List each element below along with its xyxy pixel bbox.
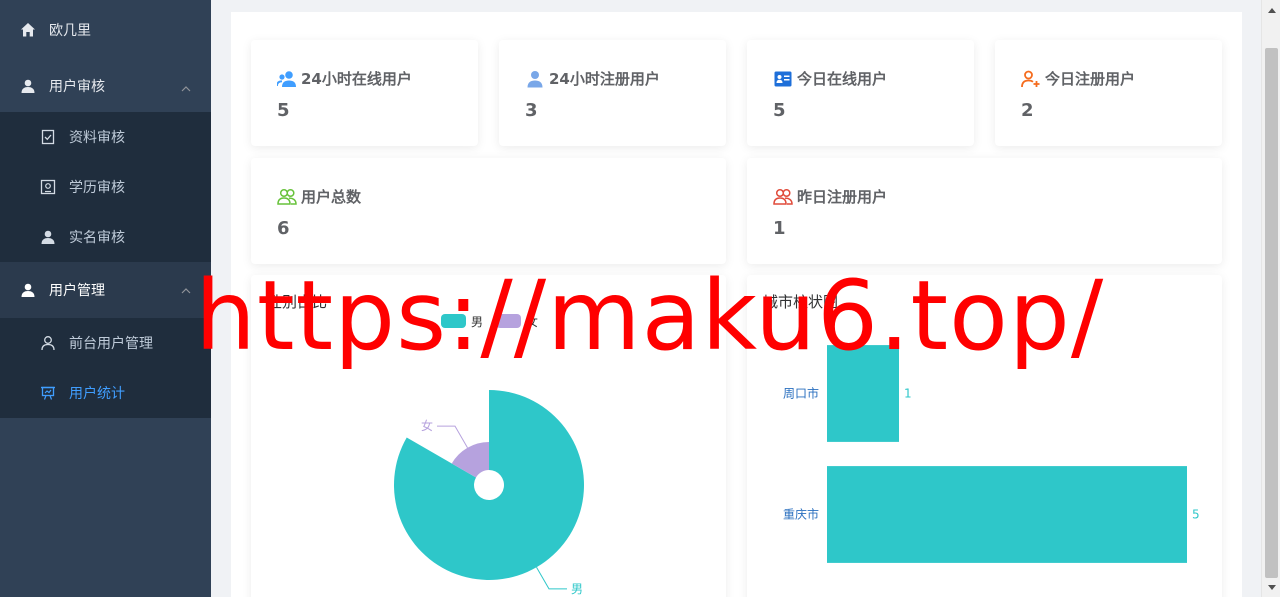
sidebar-item-user-audit[interactable]: 用户审核	[0, 60, 211, 112]
stat-title: 24小时在线用户	[277, 68, 412, 89]
sidebar-item-profile-audit[interactable]: 资料审核	[0, 112, 211, 162]
scroll-thumb[interactable]	[1265, 48, 1278, 578]
sidebar-item-label: 用户统计	[69, 386, 125, 402]
users-outline-icon	[773, 188, 793, 206]
stat-card-online-today: 今日在线用户 5	[747, 40, 974, 146]
submenu-user-audit: 资料审核 学历审核 实名审核	[0, 112, 211, 262]
bar[interactable]	[827, 345, 899, 442]
certificate-icon	[40, 179, 56, 195]
users-icon	[277, 70, 297, 88]
main-content: 24小时在线用户 5 24小时注册用户 3 今日在线用户 5 今日注册用户 2 …	[211, 0, 1261, 597]
pie-leader-line	[536, 567, 567, 590]
bar-value-label: 1	[904, 387, 912, 401]
stat-value: 3	[525, 100, 538, 121]
stat-title: 用户总数	[277, 186, 361, 207]
sidebar-item-user-stats[interactable]: 用户统计	[0, 368, 211, 418]
submenu-user-manage: 前台用户管理 用户统计	[0, 318, 211, 418]
pie-label: 男	[571, 582, 583, 596]
bar[interactable]	[827, 466, 1187, 563]
sidebar-item-label: 用户管理	[49, 283, 105, 299]
sidebar-item-label: 前台用户管理	[69, 336, 153, 352]
category-label: 周口市	[783, 386, 819, 401]
stat-card-total: 用户总数 6	[251, 158, 726, 264]
stat-title: 24小时注册用户	[525, 68, 660, 89]
stat-title: 今日注册用户	[1021, 68, 1135, 89]
document-check-icon	[40, 129, 56, 145]
bar-value-label: 5	[1192, 508, 1200, 522]
legend-label: 男	[471, 315, 483, 329]
sidebar-item-label: 实名审核	[69, 230, 125, 246]
legend-swatch	[441, 314, 466, 328]
dashboard-panel: 24小时在线用户 5 24小时注册用户 3 今日在线用户 5 今日注册用户 2 …	[231, 12, 1242, 597]
id-card-icon	[773, 70, 793, 88]
stat-label: 今日注册用户	[1045, 70, 1136, 88]
stat-label: 24小时注册用户	[549, 70, 660, 88]
user-solid-icon	[40, 229, 56, 245]
sidebar-item-home[interactable]: 欧几里	[0, 0, 211, 60]
legend-item[interactable]: 男	[441, 314, 483, 329]
sidebar-item-education-audit[interactable]: 学历审核	[0, 162, 211, 212]
stat-label: 用户总数	[301, 188, 362, 206]
stat-label: 今日在线用户	[797, 70, 888, 88]
sidebar-item-label: 欧几里	[49, 23, 91, 39]
sidebar: 欧几里 用户审核 资料审核 学历审核 实名审核 用户管理 前台用户管理 用户统计	[0, 0, 211, 597]
user-icon	[20, 282, 36, 298]
stat-title: 今日在线用户	[773, 68, 887, 89]
page-scrollbar[interactable]	[1261, 0, 1280, 597]
scroll-down-icon[interactable]	[1262, 578, 1280, 597]
chevron-up-icon	[181, 82, 191, 92]
legend-swatch	[496, 314, 521, 328]
user-icon	[525, 70, 545, 88]
stat-card-register-yesterday: 昨日注册用户 1	[747, 158, 1222, 264]
stat-card-online-24h: 24小时在线用户 5	[251, 40, 478, 146]
chevron-up-icon	[181, 284, 191, 294]
sidebar-item-label: 用户审核	[49, 79, 105, 95]
stat-value: 2	[1021, 100, 1034, 121]
sidebar-item-realname-audit[interactable]: 实名审核	[0, 212, 211, 262]
city-bar-chart: 周口市 1 重庆市 5	[783, 345, 1200, 563]
stat-value: 5	[277, 100, 290, 121]
pie-label: 女	[421, 418, 433, 433]
legend-item[interactable]: 女	[496, 314, 538, 329]
pie-leader-line	[437, 425, 468, 449]
legend-label: 女	[526, 314, 538, 329]
sidebar-item-user-manage[interactable]: 用户管理	[0, 262, 211, 318]
user-add-icon	[1021, 70, 1041, 88]
stat-value: 6	[277, 218, 290, 239]
home-icon	[20, 22, 36, 38]
stat-card-register-24h: 24小时注册用户 3	[499, 40, 726, 146]
stat-label: 24小时在线用户	[301, 70, 412, 88]
stat-value: 1	[773, 218, 786, 239]
stat-card-register-today: 今日注册用户 2	[995, 40, 1222, 146]
user-icon	[20, 78, 36, 94]
category-label: 重庆市	[783, 507, 819, 522]
sidebar-item-label: 学历审核	[69, 180, 125, 196]
presentation-icon	[40, 385, 56, 401]
stat-title: 昨日注册用户	[773, 186, 887, 207]
sidebar-item-label: 资料审核	[69, 130, 125, 146]
user-outline-icon	[40, 335, 56, 351]
stat-label: 昨日注册用户	[797, 188, 888, 206]
scroll-up-icon[interactable]	[1262, 0, 1280, 19]
gender-pie-chart: 男女 男女	[394, 314, 584, 596]
city-chart-card: 城市柱状图 周口市 1 重庆市 5	[747, 275, 1222, 597]
gender-chart-card: 性别占比 男女 男女	[251, 275, 726, 597]
stat-value: 5	[773, 100, 786, 121]
sidebar-item-frontend-users[interactable]: 前台用户管理	[0, 318, 211, 368]
users-outline-icon	[277, 188, 297, 206]
